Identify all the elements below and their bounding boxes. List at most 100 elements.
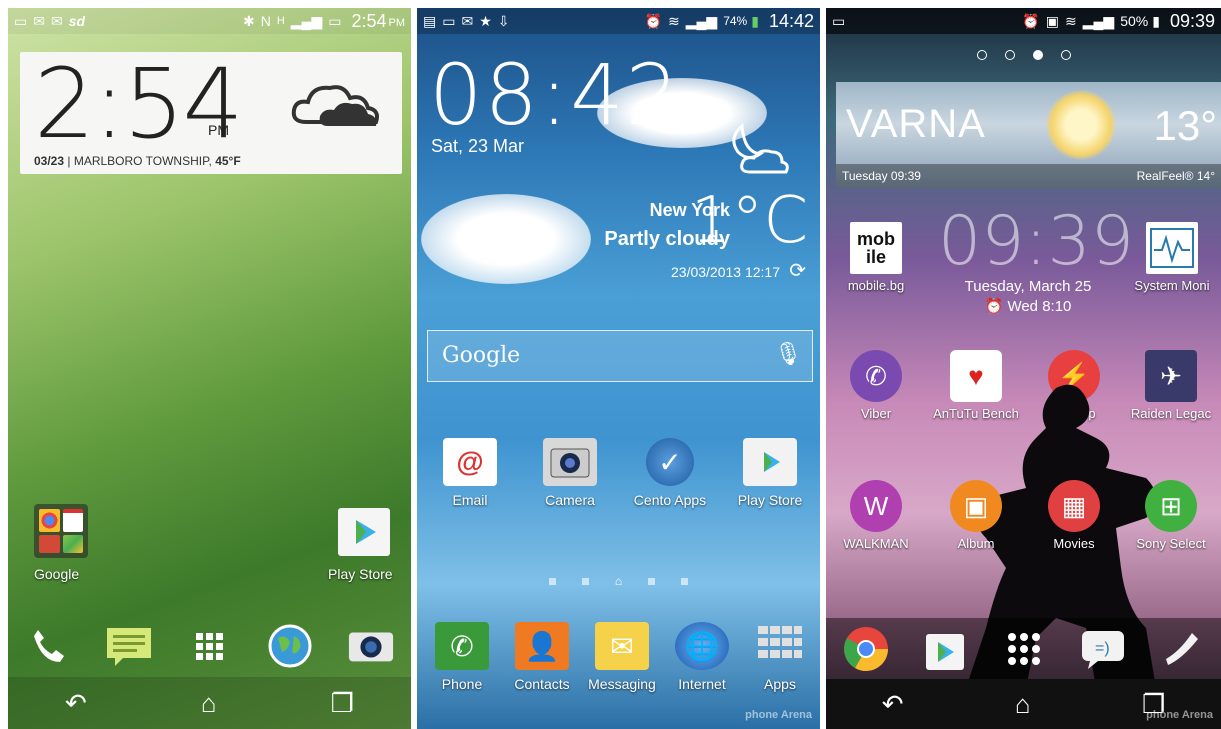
page-indicator — [826, 50, 1221, 60]
album-icon: ▣ — [950, 480, 1002, 532]
signal-icon: ▂▄▆ — [685, 13, 718, 29]
google-folder[interactable] — [34, 504, 88, 558]
messaging-icon[interactable]: =) — [1079, 627, 1127, 671]
app-label: Messaging — [588, 676, 656, 692]
signal-icon: ▂▄▆ — [290, 13, 323, 29]
app-label: Internet — [678, 676, 726, 692]
sun-icon — [1046, 90, 1116, 160]
home-page-icon[interactable]: ⌂ — [615, 574, 622, 588]
recents-icon[interactable]: ❐ — [331, 688, 354, 719]
internet-icon[interactable] — [266, 624, 314, 668]
camera-icon[interactable] — [347, 624, 395, 668]
page-dot[interactable] — [976, 50, 987, 60]
cloudy-weather-icon — [291, 85, 379, 126]
page-dot[interactable] — [681, 578, 689, 585]
weather-realfeel: RealFeel® 14° — [1136, 169, 1215, 183]
weather-updated: 23/03/2013 12:17 — [671, 264, 780, 280]
email-icon: @ — [443, 438, 497, 486]
contacts-icon: 👤 — [515, 622, 569, 670]
app-label: System Moni — [1134, 278, 1210, 293]
alarm-icon: ⏰ — [644, 13, 663, 29]
dock-contacts[interactable]: 👤 Contacts — [497, 622, 587, 692]
play-store-icon[interactable] — [338, 508, 390, 556]
app-label: Camera — [545, 492, 595, 508]
dock-messaging[interactable]: ✉ Messaging — [577, 622, 667, 692]
sony-select-icon: ⊞ — [1145, 480, 1197, 532]
dock — [8, 616, 411, 676]
status-time: 14:42 — [768, 10, 814, 31]
app-walkman[interactable]: W WALKMAN — [826, 480, 926, 551]
app-label: Album — [957, 536, 995, 551]
dock-apps[interactable]: Apps — [735, 622, 820, 692]
network-type-label: H — [276, 14, 285, 27]
app-email[interactable]: @ Email — [425, 438, 515, 508]
app-viber[interactable]: ✆ Viber — [826, 350, 926, 421]
chrome-icon[interactable] — [842, 627, 890, 671]
app-label: Sony Select — [1136, 536, 1206, 551]
alarm-icon: ⏰ — [1022, 13, 1040, 29]
night-cloudy-icon — [732, 122, 789, 174]
dock-phone[interactable]: ✆ Phone — [417, 622, 507, 692]
clock-weather-widget[interactable]: 2:54 PM 03/23 | MARLBORO TOWNSHIP, 45°F — [20, 48, 402, 174]
weather-widget[interactable]: VARNA 13° Tuesday 09:39 RealFeel® 14° — [836, 82, 1221, 188]
apps-grid-icon[interactable] — [185, 624, 233, 668]
home-icon[interactable]: ⌂ — [201, 688, 217, 719]
mail-notification-icon: ✉ — [33, 13, 45, 29]
app-system-monitor[interactable]: System Moni — [1122, 222, 1221, 293]
clock-date: Sat, 23 Mar — [431, 136, 525, 156]
wifi-icon: ≋ — [668, 13, 680, 29]
page-dot-active[interactable] — [1032, 50, 1043, 60]
app-camera[interactable]: Camera — [525, 438, 615, 508]
battery-percent: 74% — [723, 14, 748, 28]
app-sony-select[interactable]: ⊞ Sony Select — [1121, 480, 1221, 551]
movies-icon: ▦ — [1048, 480, 1100, 532]
app-movies[interactable]: ▦ Movies — [1024, 480, 1124, 551]
play-store-icon — [743, 438, 797, 486]
app-cento-apps[interactable]: ✓ Cento Apps — [625, 438, 715, 508]
mail-notification-icon: ✉ — [461, 13, 474, 29]
page-dot[interactable] — [1004, 50, 1015, 60]
phone-icon[interactable] — [24, 624, 72, 668]
svg-text:=): =) — [1095, 640, 1110, 657]
app-play-store[interactable]: Play Store — [725, 438, 815, 508]
watermark: phone Arena — [745, 709, 812, 721]
alarm-icon: ⏰ — [984, 298, 1008, 315]
page-dot[interactable] — [1060, 50, 1071, 60]
weather-city: VARNA — [846, 102, 986, 146]
status-bar: ▭ ⏰ ▣ ≋ ▂▄▆ 50% ▮ 09:39 — [826, 8, 1221, 34]
microphone-icon[interactable]: 🎙 — [774, 341, 802, 367]
sony-home-screen: ▭ ⏰ ▣ ≋ ▂▄▆ 50% ▮ 09:39 VARNA 13° Tuesda… — [826, 8, 1221, 729]
clock-ampm: PM — [208, 122, 229, 138]
alarm-time: Wed 8:10 — [1007, 298, 1072, 315]
play-store-icon[interactable] — [921, 627, 969, 671]
back-icon[interactable]: ↶ — [65, 688, 87, 719]
app-album[interactable]: ▣ Album — [926, 480, 1026, 551]
status-bar: ▭ ✉ ✉ sd ✱ N H ▂▄▆ ▭ 2:54 PM — [8, 8, 411, 34]
clock-date: 03/23 — [34, 154, 65, 168]
cloud-decoration — [421, 194, 591, 284]
page-dot[interactable] — [548, 578, 556, 585]
star-notification-icon: ★ — [479, 13, 492, 29]
dock-internet[interactable]: 🌐 Internet — [657, 622, 747, 692]
google-search-bar[interactable]: Google 🎙 — [427, 330, 813, 382]
clock-widget[interactable]: 09:39 Tuesday, March 25 ⏰ Wed 8:10 — [938, 208, 1134, 316]
page-dot[interactable] — [581, 578, 589, 585]
home-icon[interactable]: ⌂ — [1015, 689, 1031, 720]
bluetooth-icon: ✱ — [242, 13, 255, 29]
page-dot[interactable] — [648, 578, 656, 585]
app-label: mobile.bg — [847, 278, 905, 293]
messages-icon[interactable] — [105, 624, 153, 668]
navigation-bar: ↶ ⌂ ❐ — [826, 679, 1221, 729]
status-bar: ▤ ▭ ✉ ★ ⇩ ⏰ ≋ ▂▄▆ 74% ▮ 14:42 — [417, 8, 820, 34]
app-mobile-bg[interactable]: mob ile mobile.bg — [826, 222, 926, 293]
chrome-icon — [39, 509, 60, 532]
back-icon[interactable]: ↶ — [882, 689, 904, 720]
nfc-icon: N — [260, 13, 271, 29]
status-time: 2:54 — [351, 10, 387, 31]
status-ampm: PM — [388, 17, 406, 29]
phone-icon[interactable] — [1158, 627, 1206, 671]
apps-grid-icon[interactable] — [1000, 627, 1048, 671]
app-label: Phone — [441, 676, 483, 692]
refresh-icon[interactable]: ⟳ — [789, 258, 806, 283]
clock-time[interactable]: 08:42 — [429, 46, 681, 144]
